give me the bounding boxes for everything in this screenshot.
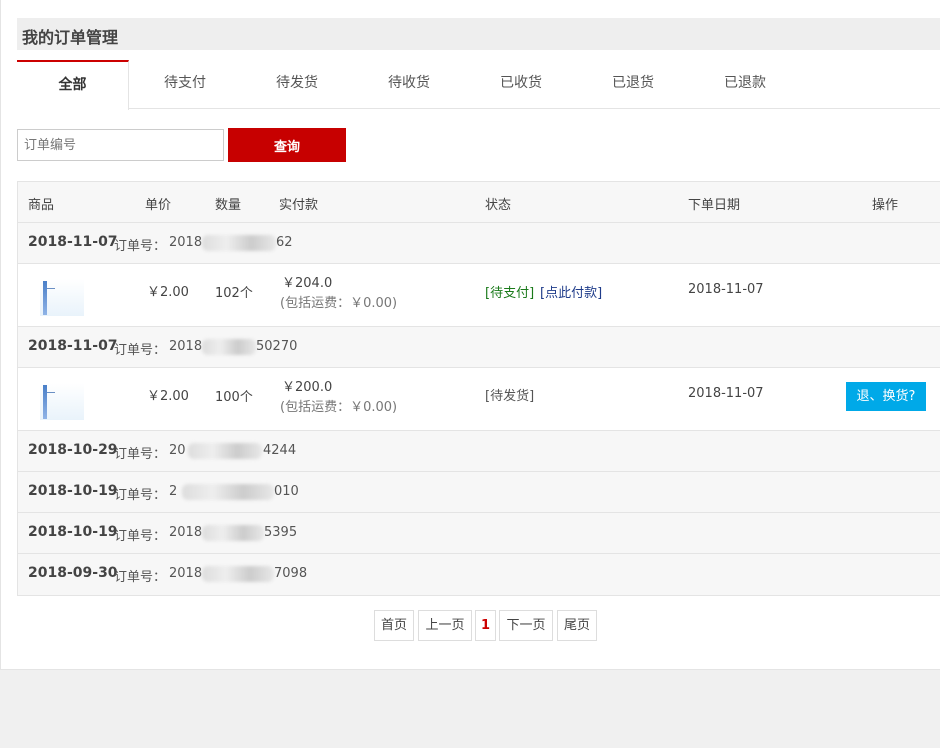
- table-header: 商品 单价 数量 实付款 状态 下单日期 操作: [18, 182, 940, 223]
- redacted-blur: [202, 525, 264, 541]
- header-status: 状态: [485, 198, 512, 213]
- status-badge: [待支付]: [485, 286, 535, 301]
- order-number-prefix: 2: [169, 484, 178, 499]
- redacted-blur: [182, 484, 274, 500]
- pager-current[interactable]: 1: [475, 610, 496, 641]
- pager-first[interactable]: 首页: [374, 610, 414, 641]
- item-shipping: (包括运费：￥0.00): [280, 296, 398, 311]
- redacted-blur: [202, 566, 274, 582]
- header-price: 单价: [145, 198, 172, 213]
- search-button[interactable]: 查询: [228, 128, 346, 162]
- redacted-blur: [202, 235, 276, 251]
- order-tabs: 全部 待支付 待发货 待收货 已收货 已退货 已退款: [17, 60, 940, 110]
- orders-table: 商品 单价 数量 实付款 状态 下单日期 操作 2018-11-07 订单号： …: [17, 181, 940, 596]
- order-panel: 我的订单管理 全部 待支付 待发货 待收货 已收货 已退货 已退款 查询 商品 …: [0, 0, 940, 670]
- order-item-row: ￥2.00 102个 ￥204.0 (包括运费：￥0.00) [待支付] [点此…: [18, 264, 940, 327]
- order-group-header: 2018-11-07 订单号： 2018 50270: [18, 327, 940, 368]
- tab-pending-shipment[interactable]: 待发货: [241, 60, 353, 109]
- order-number-prefix: 2018: [169, 339, 203, 354]
- item-shipping: (包括运费：￥0.00): [280, 400, 398, 415]
- product-thumbnail[interactable]: [40, 383, 84, 420]
- order-number-prefix: 2018: [169, 235, 203, 250]
- pager-prev[interactable]: 上一页: [418, 610, 472, 641]
- order-group-header: 2018-10-29 订单号： 20 4244: [18, 431, 940, 472]
- item-order-date: 2018-11-07: [688, 386, 764, 401]
- item-price: ￥2.00: [147, 389, 189, 404]
- title-bar: 我的订单管理: [17, 18, 940, 50]
- order-number-suffix: 62: [276, 235, 293, 250]
- order-number-prefix: 2018: [169, 525, 203, 540]
- order-group-header: 2018-10-19 订单号： 2018 5395: [18, 513, 940, 554]
- order-number-prefix: 2018: [169, 566, 203, 581]
- pager-next[interactable]: 下一页: [499, 610, 553, 641]
- order-group-header: 2018-09-30 订单号： 2018 7098: [18, 554, 940, 595]
- tab-pending-payment[interactable]: 待支付: [129, 60, 241, 109]
- order-number-label: 订单号：: [114, 529, 167, 544]
- item-paid: ￥204.0: [282, 276, 333, 291]
- order-date: 2018-10-19: [28, 524, 118, 540]
- tab-returned[interactable]: 已退货: [577, 60, 689, 109]
- order-date: 2018-10-19: [28, 483, 118, 499]
- redacted-blur: [202, 339, 256, 355]
- header-date: 下单日期: [688, 198, 741, 213]
- item-order-date: 2018-11-07: [688, 282, 764, 297]
- pager-last[interactable]: 尾页: [557, 610, 597, 641]
- tab-refunded[interactable]: 已退款: [689, 60, 801, 109]
- order-date: 2018-10-29: [28, 442, 118, 458]
- order-number-suffix: 50270: [256, 339, 298, 354]
- status-badge: [待发货]: [485, 389, 535, 404]
- tab-pending-receipt[interactable]: 待收货: [353, 60, 465, 109]
- order-group-header: 2018-11-07 订单号： 2018 62: [18, 223, 940, 264]
- header-product: 商品: [28, 198, 55, 213]
- item-qty: 102个: [215, 286, 253, 301]
- order-date: 2018-09-30: [28, 565, 118, 581]
- header-paid: 实付款: [279, 198, 319, 213]
- order-date: 2018-11-07: [28, 338, 118, 354]
- order-number-suffix: 010: [274, 484, 299, 499]
- order-date: 2018-11-07: [28, 234, 118, 250]
- order-group-header: 2018-10-19 订单号： 2 010: [18, 472, 940, 513]
- tab-received[interactable]: 已收货: [465, 60, 577, 109]
- product-thumbnail[interactable]: [40, 279, 84, 316]
- order-number-suffix: 5395: [264, 525, 298, 540]
- return-exchange-button[interactable]: 退、换货?: [846, 382, 926, 411]
- order-number-label: 订单号：: [114, 488, 167, 503]
- order-number-label: 订单号：: [114, 447, 167, 462]
- order-number-label: 订单号：: [114, 570, 167, 585]
- order-number-prefix: 20: [169, 443, 186, 458]
- item-price: ￥2.00: [147, 285, 189, 300]
- redacted-blur: [188, 443, 262, 459]
- tab-all[interactable]: 全部: [17, 60, 129, 110]
- item-qty: 100个: [215, 390, 253, 405]
- order-number-label: 订单号：: [114, 343, 167, 358]
- item-paid: ￥200.0: [282, 380, 333, 395]
- order-number-label: 订单号：: [114, 239, 167, 254]
- header-action: 操作: [872, 198, 899, 213]
- order-item-row: ￥2.00 100个 ￥200.0 (包括运费：￥0.00) [待发货] 201…: [18, 368, 940, 431]
- pay-now-link[interactable]: [点此付款]: [540, 282, 602, 301]
- page-title: 我的订单管理: [22, 28, 119, 47]
- order-number-suffix: 7098: [274, 566, 308, 581]
- header-qty: 数量: [215, 198, 242, 213]
- order-number-suffix: 4244: [263, 443, 297, 458]
- order-number-input[interactable]: [17, 129, 224, 161]
